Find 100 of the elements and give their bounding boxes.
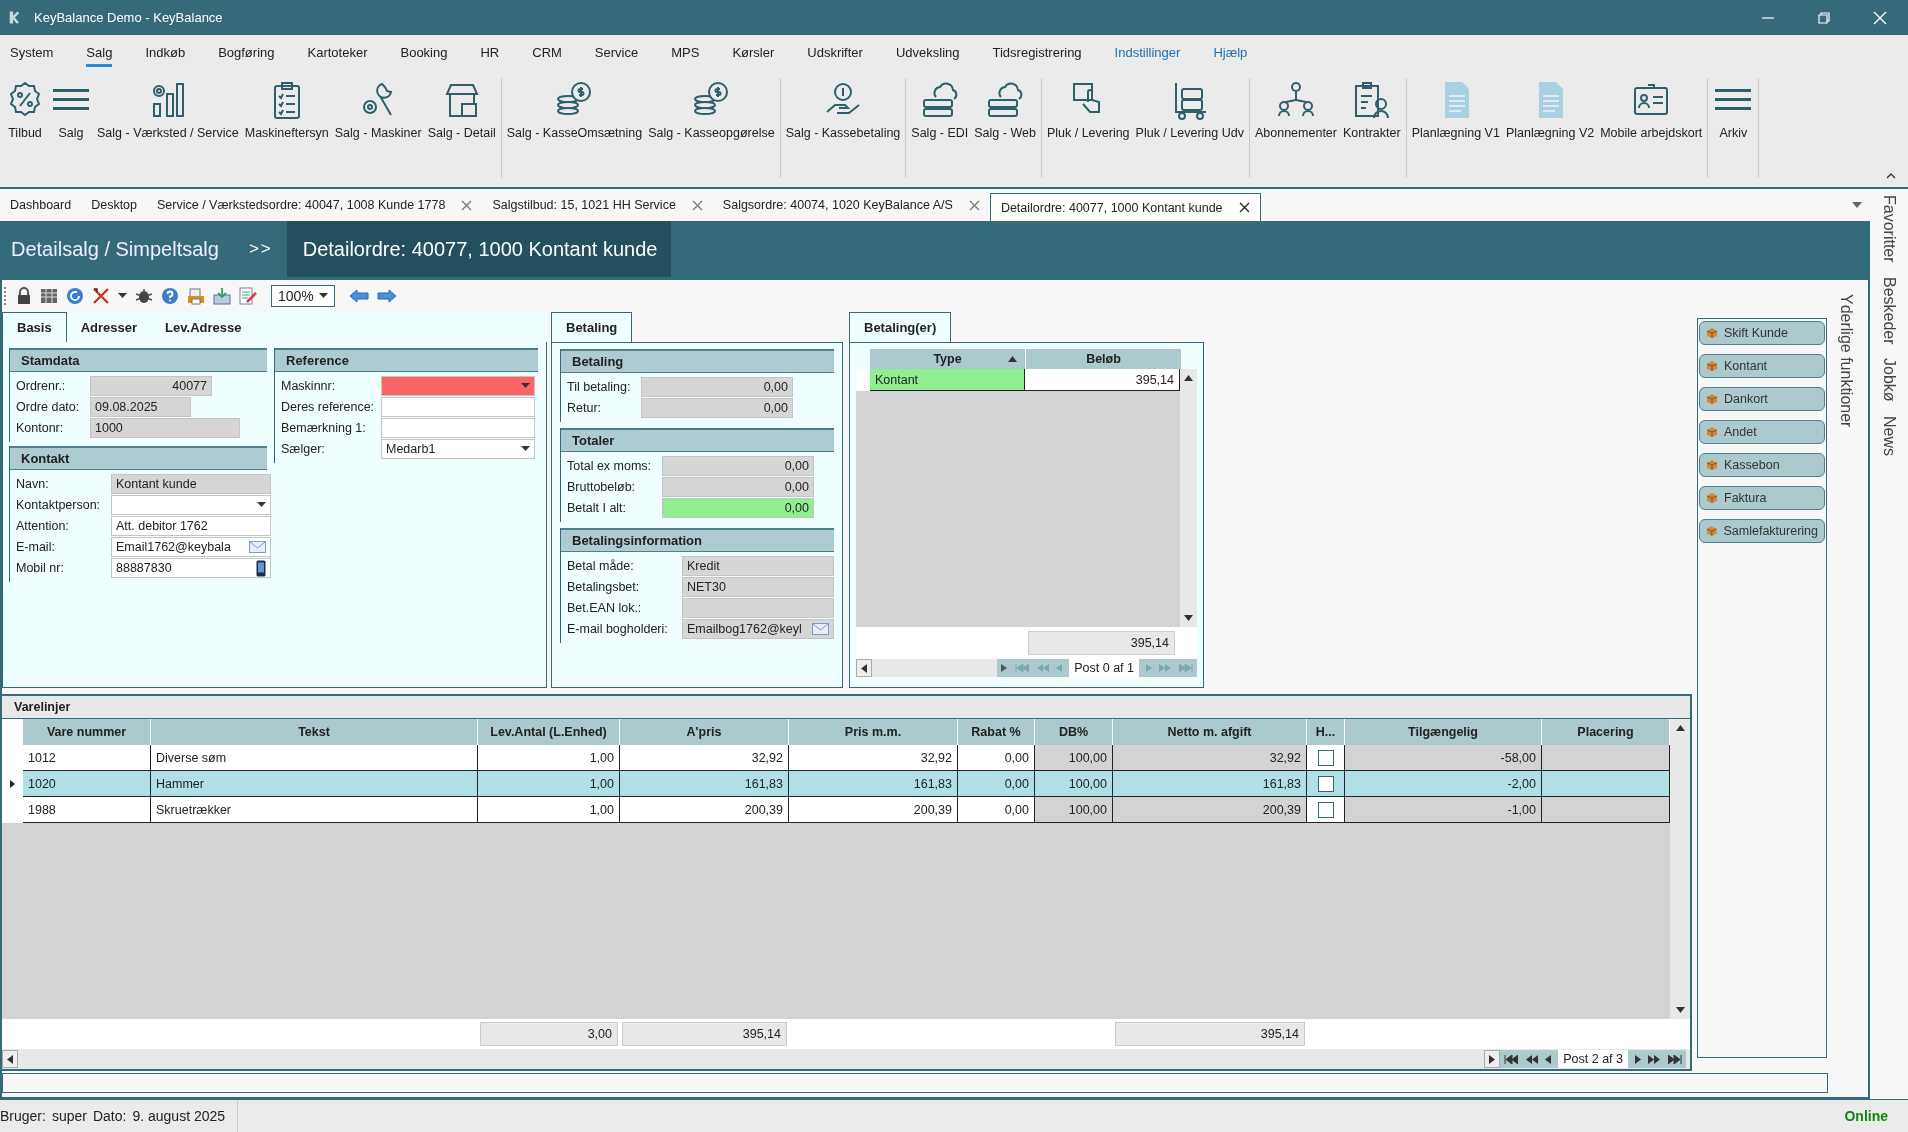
menu-item[interactable]: MPS <box>671 42 700 67</box>
scrollbar[interactable] <box>1670 719 1690 1019</box>
column-header[interactable]: Netto m. afgift <box>1113 719 1307 745</box>
scroll-left-icon[interactable] <box>7 1054 13 1064</box>
document-tab[interactable]: Service / Værkstedsordre: 40047, 1008 Kunde 1778 <box>147 189 483 221</box>
input-field[interactable] <box>682 598 834 618</box>
ribbon-button[interactable]: Salg - Kasseopgørelse <box>646 78 777 178</box>
input-field[interactable]: 88887830 <box>111 558 271 578</box>
column-header[interactable]: Rabat % <box>958 719 1035 745</box>
caret-icon[interactable] <box>319 293 328 299</box>
edit-list-icon[interactable] <box>239 287 257 305</box>
input-field[interactable]: NET30 <box>682 577 834 597</box>
sidebar-tab[interactable]: Beskeder <box>1880 276 1898 345</box>
last-record-icon[interactable] <box>1668 1054 1682 1064</box>
first-record-icon[interactable] <box>1504 1054 1519 1064</box>
input-field[interactable]: 0,00 <box>662 477 814 497</box>
close-icon[interactable] <box>1238 202 1250 213</box>
ribbon-button[interactable]: Tilbud <box>3 78 47 178</box>
document-tab[interactable]: Detailordre: 40077, 1000 Kontant kunde <box>989 193 1261 221</box>
checkbox[interactable] <box>1317 801 1334 818</box>
scroll-right-button[interactable] <box>1484 1050 1501 1068</box>
column-header[interactable]: Type <box>870 349 1026 369</box>
input-field[interactable]: 0,00 <box>641 377 793 397</box>
menu-item[interactable]: Bogføring <box>218 42 275 67</box>
refresh-icon[interactable] <box>66 287 84 305</box>
ribbon-button[interactable]: Salg - Detail <box>425 78 498 178</box>
function-button[interactable]: Kassebon <box>1699 453 1825 477</box>
panel-title[interactable]: Yderlige funktioner <box>1837 294 1855 1071</box>
menu-item[interactable]: Booking <box>400 42 448 67</box>
menu-item[interactable]: HR <box>480 42 500 67</box>
input-field[interactable]: Kredit <box>682 556 834 576</box>
ribbon-button[interactable]: Salg - Kassebetaling <box>783 78 903 178</box>
input-field[interactable]: Medarb1 <box>381 439 535 459</box>
menu-item[interactable]: Salg <box>86 42 113 67</box>
ribbon-button[interactable]: Kontrakter <box>1341 78 1403 178</box>
phone-icon[interactable] <box>256 559 266 577</box>
input-field[interactable] <box>381 397 535 417</box>
ribbon-button[interactable]: Pluk / Levering <box>1044 78 1132 178</box>
input-field[interactable]: Kontant kunde <box>111 474 271 494</box>
caret-icon[interactable] <box>257 502 266 508</box>
menu-item[interactable]: Udskrifter <box>807 42 863 67</box>
menu-item[interactable]: Kartoteker <box>307 42 368 67</box>
ribbon-button[interactable]: Salg - Maskiner <box>332 78 424 178</box>
input-field[interactable]: 40077 <box>90 376 212 396</box>
panel-tab[interactable]: Betaling(er) <box>849 312 952 342</box>
menu-item[interactable]: Kørsler <box>732 42 775 67</box>
menu-item[interactable]: Hjælp <box>1213 42 1248 67</box>
form-tab[interactable]: Adresser <box>66 312 152 342</box>
input-field[interactable]: 0,00 <box>662 456 814 476</box>
scroll-left-button[interactable] <box>856 659 872 677</box>
scroll-up-icon[interactable] <box>1675 725 1685 731</box>
ribbon-button[interactable]: Maskineftersyn <box>242 78 331 178</box>
input-field[interactable] <box>381 376 535 396</box>
breadcrumb[interactable]: Detailsalg / Simpeltsalg <box>0 237 219 261</box>
menu-item[interactable]: Udveksling <box>895 42 960 67</box>
column-header[interactable]: Lev.Antal (L.Enhed) <box>478 719 620 745</box>
panel-tab[interactable]: Betaling <box>551 312 633 342</box>
document-tab[interactable]: Salgsordre: 40074, 1020 KeyBalance A/S <box>712 189 990 221</box>
column-header[interactable]: Vare nummer <box>23 719 151 745</box>
ribbon-button[interactable]: Abonnementer <box>1252 78 1339 178</box>
document-tab[interactable]: Desktop <box>81 189 147 221</box>
input-field[interactable]: Att. debitor 1762 <box>111 516 271 536</box>
caret-icon[interactable] <box>118 293 127 299</box>
checkbox[interactable] <box>1317 775 1334 792</box>
ribbon-button[interactable]: Mobile arbejdskort <box>1598 78 1705 178</box>
function-button[interactable]: Samlefakturering <box>1699 519 1825 543</box>
column-header[interactable]: Tilgængelig <box>1345 719 1542 745</box>
caret-icon[interactable] <box>521 446 530 452</box>
zoom-dropdown[interactable]: 100% <box>271 285 335 307</box>
caret-icon[interactable] <box>1852 202 1862 208</box>
column-header[interactable]: Beløb <box>1026 349 1182 369</box>
back-arrow-icon[interactable] <box>349 289 369 303</box>
column-header[interactable]: DB% <box>1035 719 1113 745</box>
input-field[interactable]: 0,00 <box>662 498 814 518</box>
column-header[interactable]: Pris m.m. <box>789 719 958 745</box>
function-button[interactable]: Faktura <box>1699 486 1825 510</box>
column-header[interactable]: A'pris <box>620 719 789 745</box>
input-field[interactable] <box>111 495 271 515</box>
ribbon-button[interactable]: Arkiv <box>1711 78 1756 178</box>
ribbon-button[interactable]: Planlægning V1 <box>1409 78 1502 178</box>
document-tab[interactable]: Salgstilbud: 15, 1021 HH Service <box>482 189 713 221</box>
scroll-left-button[interactable] <box>2 1050 18 1068</box>
input-field[interactable]: 0,00 <box>641 398 793 418</box>
collapse-ribbon-icon[interactable] <box>1886 172 1896 179</box>
function-button[interactable]: Dankort <box>1699 387 1825 411</box>
column-header[interactable]: H... <box>1307 719 1345 745</box>
column-header[interactable]: Placering <box>1542 719 1670 745</box>
function-button[interactable]: Skift Kunde <box>1699 321 1825 345</box>
import-icon[interactable] <box>213 287 231 305</box>
input-field[interactable]: Emailbog1762@keyl <box>682 619 834 639</box>
form-tab[interactable]: Lev.Adresse <box>151 312 256 342</box>
scroll-up-icon[interactable] <box>1184 375 1193 381</box>
form-tab[interactable]: Basis <box>2 312 67 342</box>
scroll-down-icon[interactable] <box>1184 615 1193 621</box>
ribbon-button[interactable]: Salg - EDI <box>909 78 971 178</box>
function-button[interactable]: Kontant <box>1699 354 1825 378</box>
scrollbar[interactable] <box>1180 369 1197 627</box>
print-icon[interactable] <box>187 287 205 305</box>
forward-arrow-icon[interactable] <box>377 289 397 303</box>
previous-record-icon[interactable] <box>1544 1054 1553 1064</box>
